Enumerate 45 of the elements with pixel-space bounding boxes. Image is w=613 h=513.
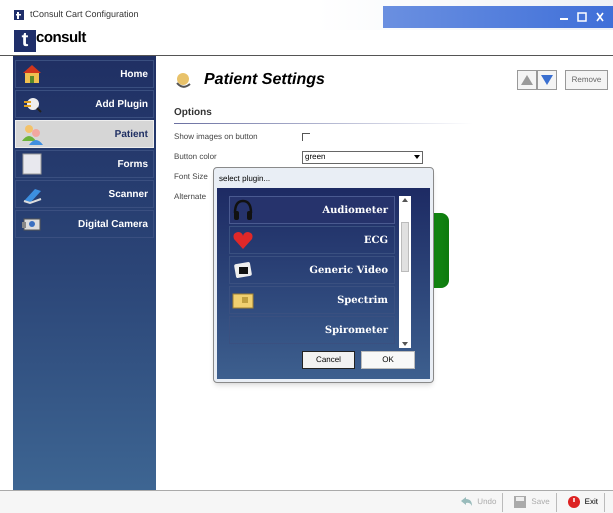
sidebar-item[interactable]: Patient [15, 120, 154, 148]
logo-mark: t [14, 30, 36, 52]
sidebar-icon [21, 63, 43, 85]
plugin-item[interactable]: Spectrim [229, 286, 395, 314]
save-icon [513, 495, 528, 509]
window-title: tConsult Cart Configuration [30, 8, 139, 22]
field-label: Show images on button [174, 131, 258, 143]
field-label: Font Size [174, 171, 208, 183]
color-dropdown[interactable]: green [302, 150, 423, 164]
scroll-up-icon [402, 198, 408, 202]
dialog-title: select plugin... [218, 173, 272, 185]
footer-button[interactable]: Exit [560, 492, 605, 512]
sidebar-item[interactable]: Scanner [15, 180, 154, 208]
plugin-item[interactable]: Spirometer [229, 316, 395, 344]
ok-button[interactable]: OK [361, 351, 415, 369]
logo-text: consult [36, 30, 86, 46]
sidebar-item[interactable]: Digital Camera [15, 210, 154, 238]
plugin-item[interactable]: Generic Video [229, 256, 395, 284]
move-down-button[interactable] [537, 70, 557, 90]
scroll-thumb[interactable] [401, 222, 409, 272]
scrollbar[interactable] [399, 196, 411, 348]
sidebar-icon [21, 123, 43, 145]
plugin-icon [232, 199, 254, 221]
maximize-icon [575, 12, 589, 22]
plugin-icon [232, 259, 254, 281]
page-title: Patient Settings [204, 70, 325, 90]
app-icon [14, 10, 24, 20]
field-label: Button color [174, 151, 217, 163]
checkbox[interactable] [302, 133, 310, 141]
plugin-item[interactable]: Audiometer [229, 196, 395, 224]
scroll-down-icon [402, 342, 408, 346]
field-label: Alternate [174, 191, 206, 203]
sidebar-icon [21, 153, 43, 175]
sidebar-item[interactable]: Home [15, 60, 154, 88]
section-heading: Options [174, 106, 213, 120]
down-arrow-icon [540, 74, 554, 86]
up-arrow-icon [520, 74, 534, 86]
sidebar-item[interactable]: Forms [15, 150, 154, 178]
dropdown-caret-icon [413, 154, 421, 160]
sidebar-item[interactable]: Add Plugin [15, 90, 154, 118]
cancel-button[interactable]: Cancel [302, 351, 355, 369]
plugin-item[interactable]: ECG [229, 226, 395, 254]
plugin-icon [232, 229, 254, 251]
remove-button[interactable]: Remove [565, 70, 608, 90]
power-icon [566, 495, 581, 509]
